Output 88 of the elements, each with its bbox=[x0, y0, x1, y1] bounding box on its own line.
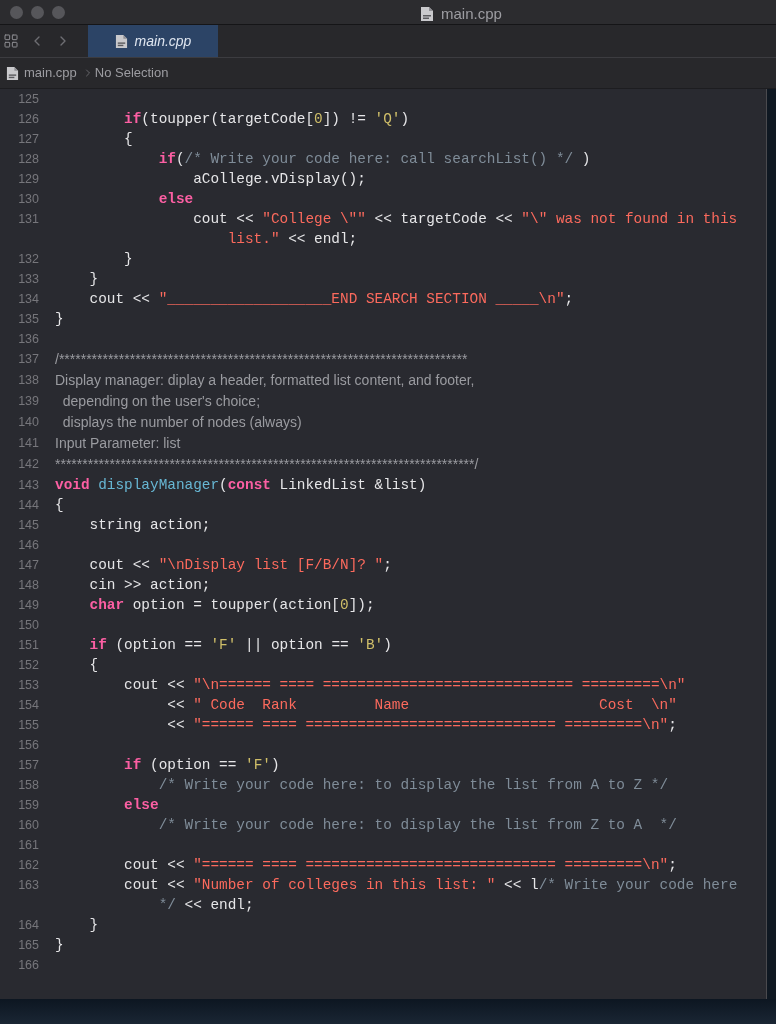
code-line: << "====== ==== ============================= =========\n"; bbox=[166, 716, 677, 735]
line-number: 143 bbox=[17, 477, 39, 494]
line-number: 166 bbox=[17, 957, 39, 974]
close-window-button[interactable] bbox=[10, 5, 23, 19]
code-line: } bbox=[55, 936, 64, 955]
line-number: 151 bbox=[17, 637, 39, 654]
line-number: 153 bbox=[17, 677, 39, 694]
editor-tab[interactable]: main.cpp bbox=[88, 25, 218, 57]
line-number: 137 bbox=[17, 351, 39, 368]
zoom-window-button[interactable] bbox=[52, 5, 65, 19]
code-line: aCollege.vDisplay(); bbox=[192, 170, 366, 189]
line-number: 133 bbox=[17, 271, 39, 288]
code-line: cout << "====== ==== ============================= =========\n"; bbox=[123, 856, 677, 875]
code-line: cin >> action; bbox=[88, 576, 211, 595]
line-number: 159 bbox=[17, 797, 39, 814]
line-number: 157 bbox=[17, 757, 39, 774]
line-number: 146 bbox=[17, 537, 39, 554]
file-icon bbox=[6, 65, 19, 81]
line-number: 135 bbox=[17, 311, 39, 328]
line-number: 149 bbox=[17, 597, 39, 614]
line-number: 161 bbox=[17, 837, 39, 854]
code-line: { bbox=[88, 656, 99, 675]
line-number: 130 bbox=[17, 191, 39, 208]
line-number: 154 bbox=[17, 697, 39, 714]
line-number: 163 bbox=[17, 877, 39, 894]
code-line: if(/* Write your code here: call searchList() */ ) bbox=[157, 150, 591, 169]
code-line: cout << "\nDisplay list [F/B/N]? "; bbox=[88, 556, 392, 575]
code-line: void displayManager(const LinkedList &list) bbox=[55, 476, 427, 495]
line-number: 148 bbox=[17, 577, 39, 594]
minimize-window-button[interactable] bbox=[31, 5, 44, 19]
line-number: 152 bbox=[17, 657, 39, 674]
code-line: /* Write your code here: to display the list from Z to A */ bbox=[157, 816, 677, 835]
line-number: 129 bbox=[17, 171, 39, 188]
code-line: if(toupper(targetCode[0]) != 'Q') bbox=[123, 110, 410, 129]
line-number: 150 bbox=[17, 617, 39, 634]
code-line: else bbox=[123, 796, 159, 815]
code-line: /* Write your code here: to display the list from A to Z */ bbox=[157, 776, 669, 795]
line-number: 138 bbox=[17, 372, 39, 389]
file-icon bbox=[420, 6, 434, 23]
breadcrumb-file[interactable]: main.cpp bbox=[24, 63, 77, 83]
code-line: if (option == 'F' || option == 'B') bbox=[88, 636, 392, 655]
line-number: 139 bbox=[17, 393, 39, 410]
code-line: depending on the user's choice; bbox=[61, 392, 261, 411]
code-line: string action; bbox=[88, 516, 211, 535]
line-number: 160 bbox=[17, 817, 39, 834]
code-line: Input Parameter: list bbox=[55, 434, 181, 453]
line-number: 142 bbox=[17, 456, 39, 473]
code-line: } bbox=[88, 916, 99, 935]
file-icon bbox=[114, 33, 128, 49]
line-number: 162 bbox=[17, 857, 39, 874]
code-line: } bbox=[55, 310, 64, 329]
code-line: Display manager: diplay a header, formatted list content, and footer, bbox=[55, 371, 475, 390]
window-title: main.cpp bbox=[441, 4, 502, 24]
code-line: cout << "___________________END SEARCH SECTION _____\n"; bbox=[88, 290, 574, 309]
line-number: 127 bbox=[17, 131, 39, 148]
line-number: 136 bbox=[17, 331, 39, 348]
code-line: cout << "\n====== ==== ============================= =========\n" bbox=[123, 676, 686, 695]
line-number: 134 bbox=[17, 291, 39, 308]
line-number: 141 bbox=[17, 435, 39, 452]
line-number: 140 bbox=[17, 414, 39, 431]
code-line: { bbox=[123, 130, 133, 149]
line-number: 145 bbox=[17, 517, 39, 534]
line-number: 164 bbox=[17, 917, 39, 934]
line-number: 132 bbox=[17, 251, 39, 268]
code-line: } bbox=[123, 250, 133, 269]
code-line: cout << "College \"" << targetCode << "\" was not found in this list." << endl; bbox=[192, 210, 738, 249]
code-line: if (option == 'F') bbox=[123, 756, 280, 775]
code-line: else bbox=[157, 190, 194, 209]
line-number: 156 bbox=[17, 737, 39, 754]
line-number: 126 bbox=[17, 111, 39, 128]
code-line: << " Code Rank Name Cost \n" bbox=[166, 696, 677, 715]
code-line: char option = toupper(action[0]); bbox=[88, 596, 375, 615]
code-line: cout << "Number of colleges in this list: " << l/* Write your code here */ << endl; bbox=[123, 876, 738, 915]
breadcrumb-selection[interactable]: No Selection bbox=[94, 63, 169, 83]
line-number: 128 bbox=[17, 151, 39, 168]
line-number: 125 bbox=[17, 91, 39, 108]
code-line: *****************************************************************************/ bbox=[55, 455, 479, 474]
line-number: 165 bbox=[17, 937, 39, 954]
line-number: 131 bbox=[17, 211, 39, 228]
grid-icon[interactable] bbox=[3, 33, 19, 49]
code-line: { bbox=[55, 496, 64, 515]
line-number: 144 bbox=[17, 497, 39, 514]
code-line: } bbox=[88, 270, 99, 289]
line-number: 147 bbox=[17, 557, 39, 574]
code-line: /*************************************************************************** bbox=[55, 350, 468, 369]
line-number: 155 bbox=[17, 717, 39, 734]
line-number: 158 bbox=[17, 777, 39, 794]
code-line: displays the number of nodes (always) bbox=[61, 413, 302, 432]
